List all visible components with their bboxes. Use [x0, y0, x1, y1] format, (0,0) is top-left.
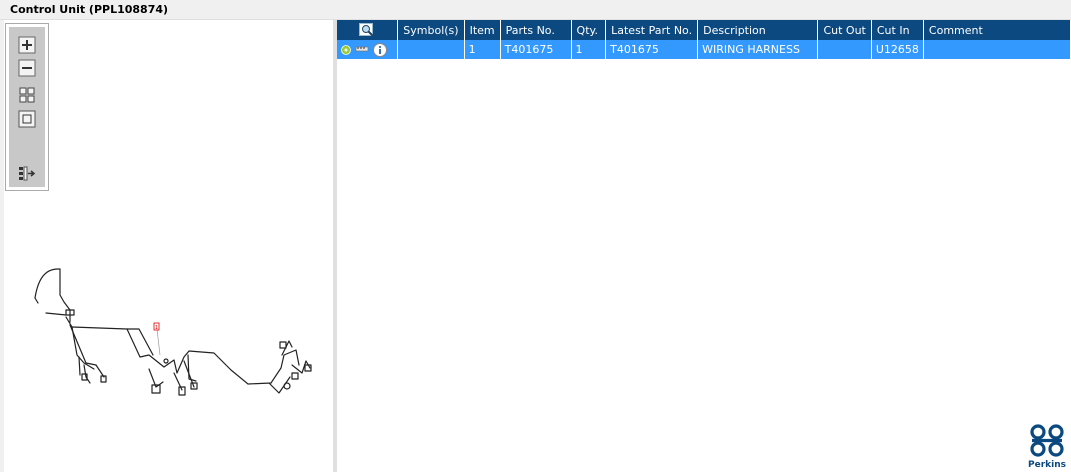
wiring-harness-diagram[interactable]: 1	[24, 265, 324, 405]
row-item: 1	[464, 40, 501, 59]
column-header-item[interactable]: Item	[464, 20, 501, 40]
row-symbols	[397, 40, 465, 59]
perkins-logo: Perkins	[1027, 424, 1067, 470]
column-header-qty[interactable]: Qty.	[571, 20, 607, 40]
diagram-pane[interactable]: 1	[4, 20, 333, 472]
diagram-callout-label[interactable]: 1	[155, 325, 158, 331]
table-row[interactable]: 1 T401675 1 T401675 WIRING HARNESS U1265…	[337, 40, 1071, 59]
parts-table: Symbol(s) Item Parts No. Qty. Latest Par…	[337, 20, 1071, 59]
column-header-cut-in[interactable]: Cut In	[871, 20, 924, 40]
row-latest-part-no: T401675	[605, 40, 699, 59]
zoom-in-icon[interactable]	[18, 36, 36, 54]
add-to-cart-icon[interactable]	[341, 44, 351, 55]
row-icons-cell	[337, 40, 399, 59]
column-header-cut-out[interactable]: Cut Out	[817, 20, 872, 40]
window-titlebar: Control Unit (PPL108874)	[0, 0, 1071, 20]
column-header-comment[interactable]: Comment	[923, 20, 1071, 40]
zoom-out-icon[interactable]	[18, 59, 36, 77]
info-icon[interactable]	[373, 42, 387, 57]
perkins-logo-icon	[1030, 424, 1064, 457]
column-header-parts-no[interactable]: Parts No.	[500, 20, 572, 40]
row-parts-no: T401675	[500, 40, 572, 59]
column-header-latest-part-no[interactable]: Latest Part No.	[605, 20, 699, 40]
row-cut-in: U12658	[871, 40, 924, 59]
diagram-toolbar	[5, 23, 49, 191]
toggle-list-icon[interactable]	[18, 165, 36, 183]
magnifier-icon[interactable]	[359, 23, 375, 37]
perkins-logo-text: Perkins	[1028, 460, 1066, 470]
row-qty: 1	[571, 40, 607, 59]
table-header-row: Symbol(s) Item Parts No. Qty. Latest Par…	[337, 20, 1071, 40]
part-details-icon[interactable]	[355, 45, 369, 55]
column-header-description[interactable]: Description	[697, 20, 819, 40]
fit-page-icon[interactable]	[18, 86, 36, 104]
row-description: WIRING HARNESS	[697, 40, 819, 59]
column-header-symbols[interactable]: Symbol(s)	[397, 20, 465, 40]
window-title: Control Unit (PPL108874)	[10, 3, 169, 16]
row-comment	[923, 40, 1071, 59]
actual-size-icon[interactable]	[18, 110, 36, 128]
row-cut-out	[817, 40, 872, 59]
parts-list-pane: Symbol(s) Item Parts No. Qty. Latest Par…	[337, 20, 1071, 472]
column-header-view[interactable]	[337, 20, 399, 40]
